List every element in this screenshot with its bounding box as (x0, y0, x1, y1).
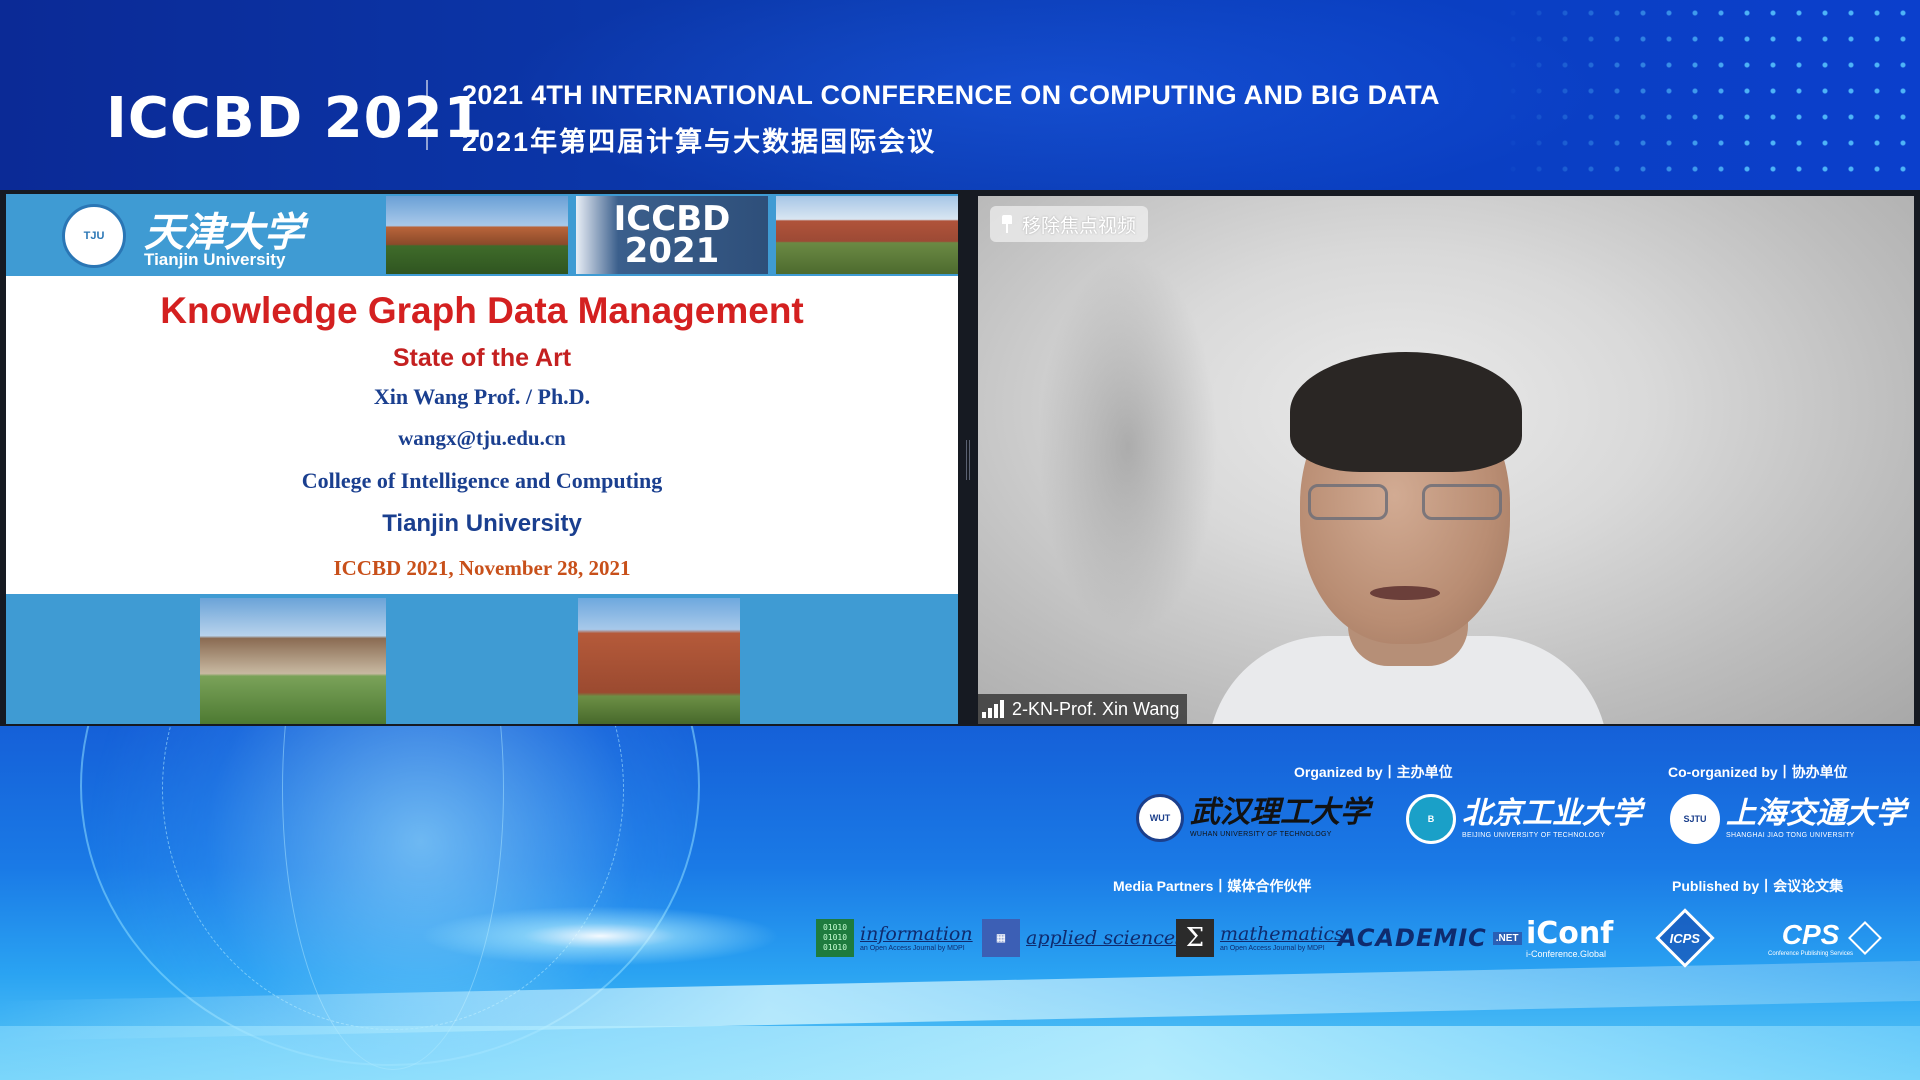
tianjin-university-seal-icon: TJU (62, 204, 126, 268)
cps-title: CPS (1781, 919, 1840, 950)
shared-slide: TJU 天津大学 Tianjin University ICCBD 2021 K… (6, 194, 958, 724)
cps-star-icon (1848, 921, 1883, 955)
panel-resize-handle[interactable] (966, 440, 970, 480)
banner-dot-pattern (1500, 0, 1920, 190)
pin-icon (1000, 215, 1014, 233)
slide-email: wangx@tju.edu.cn (398, 426, 566, 450)
academic-suffix: .NET (1492, 931, 1522, 945)
sjtu-logo: SJTU 上海交通大学 SHANGHAI JIAO TONG UNIVERSIT… (1670, 794, 1906, 844)
sjtu-seal-icon: SJTU (1670, 794, 1720, 844)
remove-spotlight-button[interactable]: 移除焦点视频 (990, 206, 1149, 242)
campus-photo (200, 598, 386, 724)
cps-logo: CPS Conference Publishing Services (1768, 916, 1883, 960)
speaker-glasses (1308, 484, 1502, 522)
iconf-title: iConf (1526, 915, 1614, 951)
mathematics-sub: an Open Access Journal by MDPI (1220, 944, 1325, 952)
iconf-text: iConf i-Conference.Global (1526, 917, 1613, 960)
applied-sciences-title: applied sciences (1026, 927, 1185, 949)
speaker-mouth (1370, 586, 1440, 600)
whut-name-cn: 武汉理工大学 (1190, 795, 1370, 830)
mathematics-journal-logo: Σ mathematics an Open Access Journal by … (1176, 916, 1344, 960)
cps-sub: Conference Publishing Services (1768, 951, 1854, 957)
slide-subtitle: State of the Art (392, 344, 572, 372)
academic-title: ACADEMIC (1338, 924, 1487, 952)
icps-logo: ICPS (1655, 908, 1715, 968)
sjtu-text: 上海交通大学 SHANGHAI JIAO TONG UNIVERSITY (1726, 796, 1906, 840)
information-sub: an Open Access Journal by MDPI (860, 944, 965, 952)
conference-banner: ICCBD 2021 2021 4TH INTERNATIONAL CONFER… (0, 0, 1920, 190)
light-flare (420, 906, 780, 966)
conference-title-cn: 2021年第四届计算与大数据国际会议 (462, 127, 937, 157)
sigma-icon: Σ (1176, 919, 1214, 957)
slide-title: Knowledge Graph Data Management (160, 290, 804, 331)
iconf-sub: i-Conference.Global (1526, 948, 1607, 959)
mathematics-title: mathematics (1220, 922, 1344, 945)
bjut-logo: B 北京工业大学 BEIJING UNIVERSITY OF TECHNOLOG… (1406, 794, 1642, 844)
iconf-logo: iConf i-Conference.Global (1526, 916, 1613, 960)
applied-sciences-icon: ▦ (982, 919, 1020, 957)
campus-photo (386, 196, 568, 274)
conference-title-en: 2021 4TH INTERNATIONAL CONFERENCE ON COM… (462, 80, 1440, 110)
whut-text: 武汉理工大学 WUHAN UNIVERSITY OF TECHNOLOGY (1190, 795, 1370, 839)
slide-footer (6, 594, 958, 724)
banner-divider (426, 80, 428, 150)
speaker-video[interactable]: 移除焦点视频 2-KN-Prof. Xin Wang (978, 196, 1914, 724)
speaker-figure (1208, 316, 1608, 724)
campus-photo (578, 598, 740, 724)
participant-name: 2-KN-Prof. Xin Wang (1012, 698, 1180, 719)
iccbd-badge-line2: 2021 (624, 231, 720, 271)
binary-icon: 01010 01010 01010 (816, 919, 854, 957)
bjut-name-en: BEIJING UNIVERSITY OF TECHNOLOGY (1462, 832, 1606, 839)
slide-event: ICCBD 2021, November 28, 2021 (333, 556, 631, 580)
published-by-label: Published by丨会议论文集 (1672, 878, 1844, 894)
media-partners-label: Media Partners丨媒体合作伙伴 (1113, 878, 1312, 894)
applied-sciences-logo: ▦ applied sciences (982, 916, 1185, 960)
meeting-content-area: TJU 天津大学 Tianjin University ICCBD 2021 K… (0, 190, 1920, 726)
speaker-hair (1290, 352, 1522, 472)
sjtu-name-cn: 上海交通大学 (1726, 796, 1906, 831)
slide-university: Tianjin University (382, 510, 582, 537)
bjut-text: 北京工业大学 BEIJING UNIVERSITY OF TECHNOLOGY (1462, 796, 1642, 840)
bjut-name-cn: 北京工业大学 (1462, 796, 1642, 831)
bjut-seal-icon: B (1406, 794, 1456, 844)
campus-photo (776, 196, 958, 274)
information-journal-logo: 01010 01010 01010 information an Open Ac… (816, 916, 973, 960)
whut-seal-icon: WUT (1136, 794, 1184, 842)
slide-college: College of Intelligence and Computing (301, 468, 663, 493)
academic-net-logo: ACADEMIC .NET (1338, 916, 1522, 960)
information-text: information an Open Access Journal by MD… (860, 922, 973, 953)
icps-diamond-icon: ICPS (1655, 908, 1715, 968)
coorganized-by-label: Co-organized by丨协办单位 (1668, 764, 1848, 780)
remove-spotlight-label: 移除焦点视频 (1022, 215, 1137, 237)
organized-by-label: Organized by丨主办单位 (1294, 764, 1453, 780)
light-stream (0, 1026, 1920, 1080)
mathematics-text: mathematics an Open Access Journal by MD… (1220, 922, 1344, 953)
sjtu-name-en: SHANGHAI JIAO TONG UNIVERSITY (1726, 832, 1855, 839)
icps-title: ICPS (1669, 930, 1701, 946)
cps-text: CPS Conference Publishing Services (1768, 919, 1853, 957)
sponsor-footer: Organized by丨主办单位 Co-organized by丨协办单位 W… (0, 726, 1920, 1080)
slide-university-name-en: Tianjin University (144, 250, 286, 269)
iccbd-badge-image: ICCBD 2021 (576, 196, 768, 274)
information-title: information (860, 922, 973, 945)
whut-name-en: WUHAN UNIVERSITY OF TECHNOLOGY (1190, 831, 1332, 838)
whut-logo: WUT 武汉理工大学 WUHAN UNIVERSITY OF TECHNOLOG… (1136, 794, 1370, 842)
signal-strength-icon (982, 700, 1004, 718)
background-shadow (1038, 256, 1218, 636)
participant-name-tag: 2-KN-Prof. Xin Wang (978, 694, 1188, 724)
slide-author: Xin Wang Prof. / Ph.D. (373, 384, 591, 409)
